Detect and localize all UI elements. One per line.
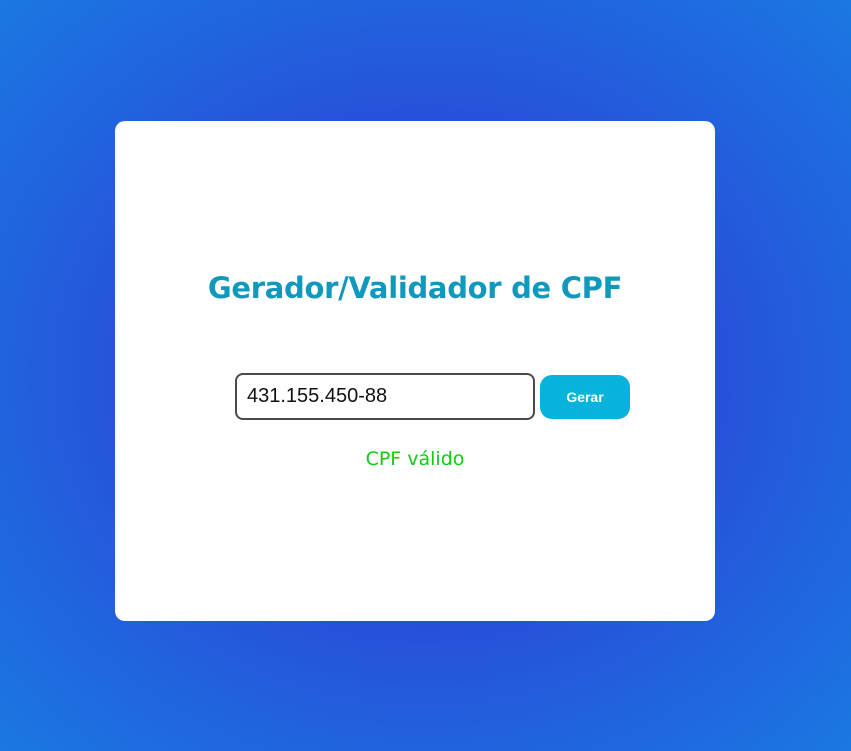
page-title: Gerador/Validador de CPF [207,271,623,305]
validation-status: CPF válido [365,448,465,470]
cpf-form-row: Gerar [235,373,630,420]
cpf-input[interactable] [235,373,535,420]
cpf-card: Gerador/Validador de CPF Gerar CPF válid… [115,121,715,621]
generate-button[interactable]: Gerar [540,374,630,419]
